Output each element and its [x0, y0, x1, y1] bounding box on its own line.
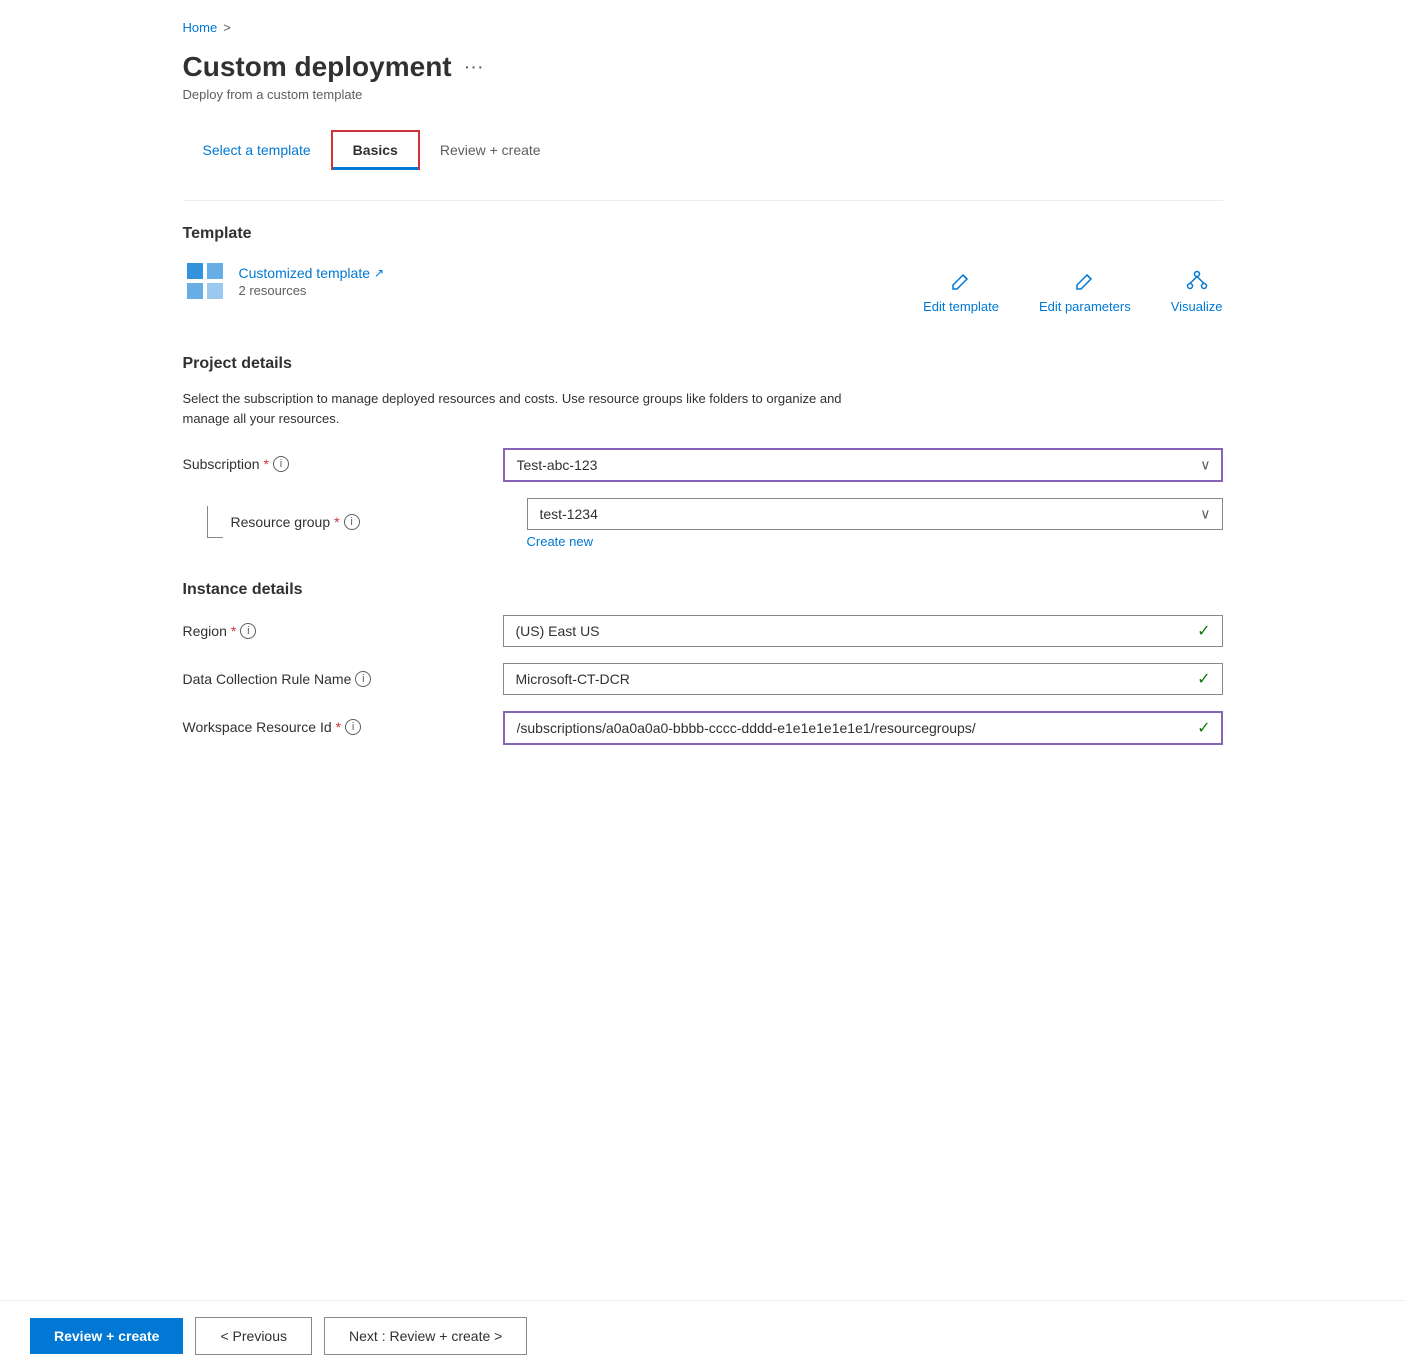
- breadcrumb-home-link[interactable]: Home: [183, 20, 218, 35]
- resource-group-label-text: Resource group: [231, 514, 331, 530]
- subscription-label: Subscription * i: [183, 456, 483, 472]
- breadcrumb-separator: >: [223, 20, 231, 35]
- region-row: Region * i (US) East US ✓: [183, 615, 1223, 647]
- tab-review-create[interactable]: Review + create: [420, 132, 561, 168]
- region-select[interactable]: (US) East US: [503, 615, 1223, 647]
- resource-group-info-icon[interactable]: i: [344, 514, 360, 530]
- dcr-name-label-text: Data Collection Rule Name: [183, 671, 352, 687]
- subscription-row: Subscription * i Test-abc-123 ∨: [183, 448, 1223, 482]
- region-label: Region * i: [183, 623, 483, 639]
- resource-group-required: *: [334, 514, 339, 530]
- subscription-select[interactable]: Test-abc-123: [503, 448, 1223, 482]
- workspace-resource-id-input[interactable]: [503, 711, 1223, 745]
- dcr-name-row: Data Collection Rule Name i ✓: [183, 663, 1223, 695]
- edit-parameters-button[interactable]: Edit parameters: [1039, 269, 1131, 314]
- template-name-link[interactable]: Customized template ↗: [239, 265, 385, 281]
- template-section-heading: Template: [183, 225, 1223, 243]
- instance-details-heading: Instance details: [183, 581, 1223, 599]
- project-details-heading: Project details: [183, 355, 1223, 373]
- page-title: Custom deployment: [183, 51, 452, 83]
- workspace-resource-id-input-wrapper: ✓: [503, 711, 1223, 745]
- tab-select-template[interactable]: Select a template: [183, 132, 331, 168]
- external-link-icon: ↗: [374, 266, 384, 280]
- resource-group-select-wrapper: test-1234 ∨: [527, 498, 1223, 530]
- wizard-tabs: Select a template Basics Review + create: [183, 130, 1223, 170]
- dcr-name-label: Data Collection Rule Name i: [183, 671, 483, 687]
- tab-basics[interactable]: Basics: [331, 130, 420, 170]
- region-info-icon[interactable]: i: [240, 623, 256, 639]
- template-name: Customized template: [239, 265, 371, 281]
- edit-template-label: Edit template: [923, 299, 999, 314]
- dcr-name-valid-icon: ✓: [1197, 669, 1210, 689]
- template-info: Customized template ↗ 2 resources: [239, 265, 385, 298]
- edit-template-button[interactable]: Edit template: [923, 269, 999, 314]
- tab-basics-label: Basics: [353, 142, 398, 158]
- page-subtitle: Deploy from a custom template: [183, 87, 1223, 102]
- edit-parameters-label: Edit parameters: [1039, 299, 1131, 314]
- subscription-info-icon[interactable]: i: [273, 456, 289, 472]
- template-card: Customized template ↗ 2 resources: [183, 259, 385, 303]
- create-new-link[interactable]: Create new: [527, 534, 1223, 549]
- workspace-resource-id-required: *: [336, 719, 341, 735]
- previous-button[interactable]: < Previous: [195, 1317, 312, 1355]
- visualize-button[interactable]: Visualize: [1171, 269, 1223, 314]
- region-required: *: [231, 623, 236, 639]
- visualize-label: Visualize: [1171, 299, 1223, 314]
- resource-group-select[interactable]: test-1234: [527, 498, 1223, 530]
- subscription-required: *: [264, 456, 269, 472]
- project-details-section: Project details Select the subscription …: [183, 355, 1223, 549]
- instance-details-section: Instance details Region * i (US) East US…: [183, 581, 1223, 745]
- subscription-label-text: Subscription: [183, 456, 260, 472]
- subscription-select-wrapper: Test-abc-123 ∨: [503, 448, 1223, 482]
- workspace-resource-id-label-text: Workspace Resource Id: [183, 719, 332, 735]
- template-section: Template Customized template ↗: [183, 225, 1223, 323]
- resource-group-label: Resource group * i: [231, 506, 360, 530]
- template-actions: Edit template Edit parameters: [923, 269, 1222, 314]
- dcr-name-input-wrapper: ✓: [503, 663, 1223, 695]
- workspace-resource-id-info-icon[interactable]: i: [345, 719, 361, 735]
- more-options-icon[interactable]: ···: [464, 56, 484, 79]
- workspace-resource-id-valid-icon: ✓: [1197, 718, 1210, 738]
- rg-connector: [207, 506, 223, 538]
- region-select-wrapper: (US) East US ✓: [503, 615, 1223, 647]
- workspace-resource-id-label: Workspace Resource Id * i: [183, 719, 483, 735]
- workspace-resource-id-row: Workspace Resource Id * i ✓: [183, 711, 1223, 745]
- template-grid-icon: [183, 259, 227, 303]
- resource-group-row: Resource group * i test-1234 ∨ Create ne…: [207, 498, 1223, 549]
- dcr-name-info-icon[interactable]: i: [355, 671, 371, 687]
- project-description: Select the subscription to manage deploy…: [183, 389, 883, 428]
- template-resources: 2 resources: [239, 283, 385, 298]
- region-valid-icon: ✓: [1197, 621, 1210, 641]
- dcr-name-input[interactable]: [503, 663, 1223, 695]
- region-label-text: Region: [183, 623, 227, 639]
- review-create-button[interactable]: Review + create: [30, 1318, 183, 1354]
- bottom-bar: Review + create < Previous Next : Review…: [0, 1300, 1405, 1371]
- section-divider: [183, 200, 1223, 201]
- breadcrumb: Home >: [183, 20, 1223, 35]
- tab-active-indicator: [333, 167, 418, 170]
- next-button[interactable]: Next : Review + create >: [324, 1317, 527, 1355]
